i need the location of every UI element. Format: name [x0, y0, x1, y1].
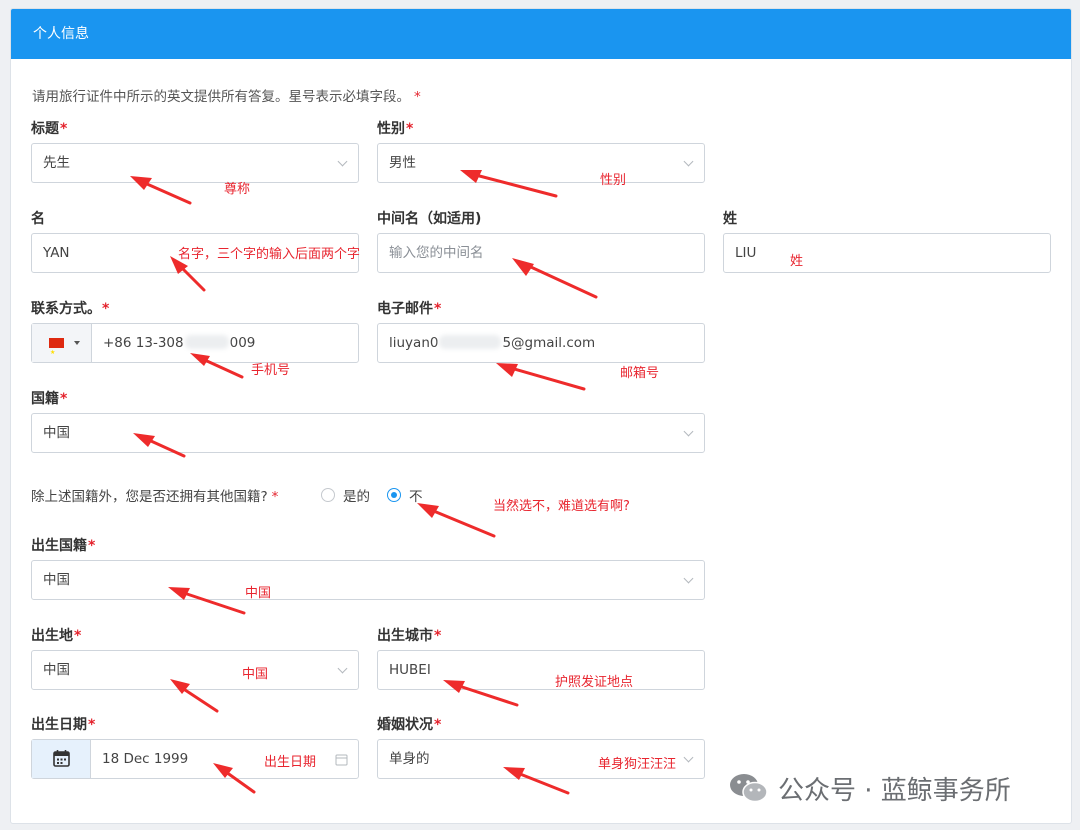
annotation-birth-date: 出生日期 — [264, 755, 317, 770]
annotation-given-name: 名字，三个字的输入后面两个字 — [178, 247, 361, 262]
chevron-down-icon — [683, 426, 694, 437]
calendar-small-icon — [335, 754, 348, 766]
radio-no-label: 不 — [409, 489, 423, 505]
chevron-down-icon — [337, 663, 348, 674]
caret-down-icon — [74, 341, 80, 345]
birth-place-select[interactable]: 中国 — [31, 650, 359, 690]
phone-label: 联系方式。* — [31, 301, 110, 317]
phone-prefix: +86 13-308 — [103, 335, 184, 351]
phone-input[interactable]: +86 13-308 009 — [31, 323, 359, 372]
gender-label: 性别* — [377, 121, 414, 137]
phone-suffix: 009 — [229, 335, 256, 351]
redaction-blur — [184, 335, 229, 349]
country-code-dropdown[interactable] — [32, 324, 92, 372]
radio-yes[interactable] — [321, 488, 335, 502]
annotation-other-nationality: 当然选不，难道选有啊? — [493, 499, 630, 514]
annotation-birth-city: 护照发证地点 — [555, 675, 634, 690]
annotation-birth-nationality: 中国 — [245, 586, 272, 601]
calendar-button[interactable] — [32, 740, 91, 778]
annotation-gender: 性别 — [600, 173, 627, 188]
other-nationality-question: 除上述国籍外，您是否还拥有其他国籍? * — [31, 489, 279, 505]
birth-nationality-select[interactable]: 中国 — [31, 560, 705, 600]
radio-no[interactable] — [387, 488, 401, 502]
surname-label: 姓 — [723, 211, 737, 227]
email-suffix: 5@gmail.com — [502, 335, 596, 351]
chevron-down-icon — [683, 752, 694, 763]
nationality-select[interactable]: 中国 — [31, 413, 705, 453]
middle-name-input[interactable]: 输入您的中间名 — [377, 233, 705, 273]
section-header: 个人信息 — [11, 9, 1071, 59]
birth-place-label: 出生地* — [31, 628, 82, 644]
china-flag-icon — [49, 334, 64, 372]
radio-yes-label: 是的 — [343, 489, 370, 505]
redaction-blur — [439, 335, 502, 349]
birth-nationality-label: 出生国籍* — [31, 538, 96, 554]
email-prefix: liuyan0 — [389, 335, 439, 351]
watermark-text: 公众号 · 蓝鲸事务所 — [778, 775, 1011, 806]
gender-select[interactable]: 男性 — [377, 143, 705, 183]
chevron-down-icon — [683, 573, 694, 584]
birth-city-label: 出生城市* — [377, 628, 442, 644]
title-label: 标题* — [31, 121, 68, 137]
intro-text: 请用旅行证件中所示的英文提供所有答复。星号表示必填字段。 * — [32, 89, 421, 105]
email-label: 电子邮件* — [377, 301, 442, 317]
middle-name-label: 中间名（如适用) — [377, 211, 482, 227]
nationality-label: 国籍* — [31, 391, 68, 407]
annotation-title: 尊称 — [224, 182, 251, 197]
birth-city-input[interactable]: HUBEI — [377, 650, 705, 690]
email-input[interactable]: liuyan0 5@gmail.com — [377, 323, 705, 363]
calendar-icon — [53, 750, 70, 767]
chevron-down-icon — [683, 156, 694, 167]
annotation-email: 邮箱号 — [620, 366, 660, 381]
title-select[interactable]: 先生 — [31, 143, 359, 183]
watermark: 公众号 · 蓝鲸事务所 — [728, 770, 1011, 806]
surname-input[interactable]: LIU — [723, 233, 1051, 273]
annotation-phone: 手机号 — [251, 363, 291, 378]
marital-status-label: 婚姻状况* — [377, 717, 442, 733]
annotation-surname: 姓 — [790, 254, 804, 269]
given-name-label: 名 — [31, 211, 45, 227]
birth-date-label: 出生日期* — [31, 717, 96, 733]
wechat-icon — [730, 774, 768, 803]
chevron-down-icon — [337, 156, 348, 167]
annotation-marital-status: 单身狗汪汪汪 — [598, 757, 677, 772]
annotation-birth-place: 中国 — [242, 667, 269, 682]
